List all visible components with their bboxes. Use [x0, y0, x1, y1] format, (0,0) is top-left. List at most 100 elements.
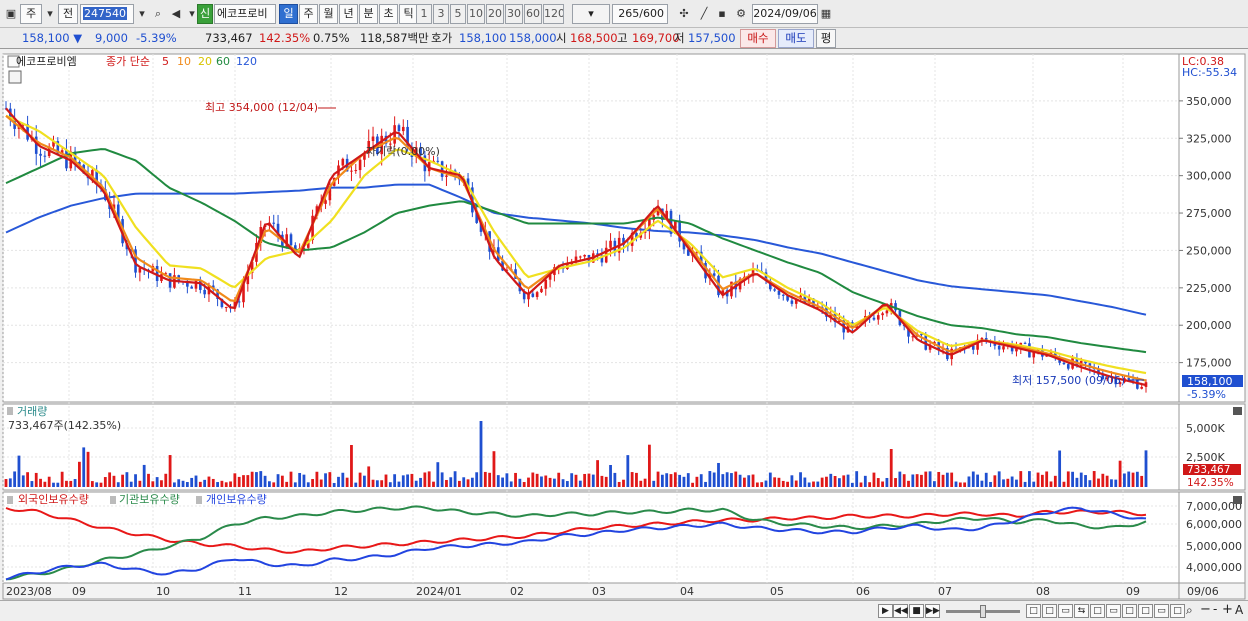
volume-bar: [665, 473, 669, 487]
dash-icon[interactable]: -: [1213, 602, 1217, 616]
tool-icon[interactable]: ▭: [1058, 604, 1073, 618]
bid-price: 158,000: [509, 31, 557, 45]
volume-bar: [1114, 479, 1118, 487]
tool-icon[interactable]: ⇆: [1074, 604, 1089, 618]
scroll-right-icon[interactable]: ▶: [878, 604, 893, 618]
tool-icon[interactable]: □: [1026, 604, 1041, 618]
zoom-out-icon[interactable]: −: [1200, 602, 1211, 617]
tool-icon[interactable]: ▭: [1154, 604, 1169, 618]
rewind-icon[interactable]: ◀◀: [893, 604, 908, 618]
holdings-pane-close-icon[interactable]: [1233, 496, 1242, 504]
quote-bar: 158,100 ▼ 9,000 -5.39% 733,467 142.35% 0…: [0, 28, 1248, 49]
interval-button-60[interactable]: 60: [524, 4, 542, 24]
period-tab-1[interactable]: 주: [299, 4, 318, 24]
candle-body: [781, 294, 785, 296]
tool-icon[interactable]: ▭: [1106, 604, 1121, 618]
volume-pane-close-icon[interactable]: [1233, 407, 1242, 415]
period-tab-0[interactable]: 일: [279, 4, 298, 24]
volume-bar: [1118, 460, 1122, 487]
tool-icon[interactable]: □: [1122, 604, 1137, 618]
tool-icon[interactable]: □: [1042, 604, 1057, 618]
interval-button-10[interactable]: 10: [467, 4, 485, 24]
volume-bar: [298, 472, 302, 487]
interval-select[interactable]: ▾: [572, 4, 610, 24]
eval-button[interactable]: 평: [816, 29, 836, 48]
buy-button[interactable]: 매수: [740, 29, 776, 48]
view-toggle[interactable]: 주: [20, 4, 42, 24]
calendar-icon[interactable]: ▦: [818, 4, 834, 24]
speaker-icon[interactable]: ◀: [168, 4, 184, 24]
period-tab-3[interactable]: 년: [339, 4, 358, 24]
price-tick-label: 250,000: [1186, 244, 1232, 257]
interval-button-3[interactable]: 3: [433, 4, 449, 24]
auto-scale-icon[interactable]: A: [1235, 603, 1243, 617]
volume-bar: [768, 472, 772, 487]
mode-toggle[interactable]: 전: [58, 4, 78, 24]
volume-bar: [423, 472, 427, 487]
hc-value: HC:-55.34: [1182, 66, 1237, 79]
candle-body: [401, 126, 405, 132]
gear-icon[interactable]: ⚙: [733, 4, 749, 24]
volume-bar: [1131, 472, 1135, 487]
zoom-in-icon[interactable]: +: [1222, 602, 1233, 617]
interval-button-120[interactable]: 120: [543, 4, 564, 24]
volume-bar: [440, 472, 444, 487]
volume-bar: [155, 477, 159, 487]
period-tab-4[interactable]: 분: [359, 4, 378, 24]
volume-bar: [1110, 479, 1113, 487]
volume-bar: [1002, 479, 1005, 487]
volume-bar: [371, 479, 375, 487]
zoom-slider-handle[interactable]: [980, 605, 986, 618]
tool-icon[interactable]: □: [1090, 604, 1105, 618]
volume-bar: [1105, 475, 1109, 487]
draw-tool-icon[interactable]: ╱: [696, 4, 712, 24]
x-axis-label: 09: [1126, 585, 1140, 598]
interval-button-1[interactable]: 1: [416, 4, 432, 24]
x-axis-strip: [2, 582, 1180, 600]
period-tab-2[interactable]: 월: [319, 4, 338, 24]
volume-tag-pct: 142.35%: [1187, 477, 1234, 489]
volume-bar: [99, 482, 103, 487]
save-icon[interactable]: ▪: [714, 4, 730, 24]
candle-body: [1140, 386, 1143, 389]
zoom-search-icon[interactable]: ⌕: [1186, 603, 1193, 618]
volume-bar: [1028, 471, 1031, 487]
candle-body: [540, 288, 543, 293]
interval-button-20[interactable]: 20: [486, 4, 504, 24]
candle-body: [440, 161, 444, 177]
forward-icon[interactable]: ▶▶: [925, 604, 940, 618]
volume-bar: [1015, 479, 1018, 487]
window-menu-icon[interactable]: ▣: [3, 4, 19, 24]
volume-bar: [103, 477, 107, 487]
stop-icon[interactable]: ■: [909, 604, 924, 618]
period-tab-5[interactable]: 초: [379, 4, 398, 24]
holdings-tick-label: 6,000,000: [1186, 518, 1242, 531]
sell-button[interactable]: 매도: [778, 29, 814, 48]
crosshair-icon[interactable]: ✣: [676, 4, 692, 24]
stock-chart-svg[interactable]: 350,000 325,000 300,000 275,000 250,000 225,0…: [0, 50, 1248, 602]
volume-bar: [401, 475, 405, 487]
price-pane[interactable]: [2, 53, 1180, 403]
search-icon[interactable]: ⌕: [150, 4, 166, 24]
tool-icon[interactable]: □: [1170, 604, 1185, 618]
interval-button-30[interactable]: 30: [505, 4, 523, 24]
tool-icon[interactable]: □: [1138, 604, 1153, 618]
volume-bar: [540, 476, 543, 487]
chart-area[interactable]: 350,000 325,000 300,000 275,000 250,000 225,0…: [0, 50, 1248, 602]
volume-pane[interactable]: [2, 403, 1180, 491]
data-count-input[interactable]: 265/600: [612, 4, 668, 24]
candle-body: [203, 289, 206, 295]
date-input[interactable]: 2024/09/06: [752, 4, 818, 24]
volume-bar: [652, 480, 656, 487]
stock-code-input[interactable]: 247540: [80, 4, 134, 24]
candle-body: [39, 153, 42, 156]
volume-bar: [760, 482, 764, 487]
stock-name-field[interactable]: 에코프로비: [214, 4, 276, 24]
price-tick-label: 175,000: [1186, 357, 1232, 370]
interval-button-5[interactable]: 5: [450, 4, 466, 24]
current-price: 158,100 ▼: [22, 31, 83, 45]
grid-toggle-icon[interactable]: [8, 70, 22, 84]
chevron-down-icon[interactable]: ▾: [134, 4, 150, 24]
chevron-down-icon[interactable]: ▾: [42, 4, 58, 24]
ask-price: 158,100: [459, 31, 507, 45]
